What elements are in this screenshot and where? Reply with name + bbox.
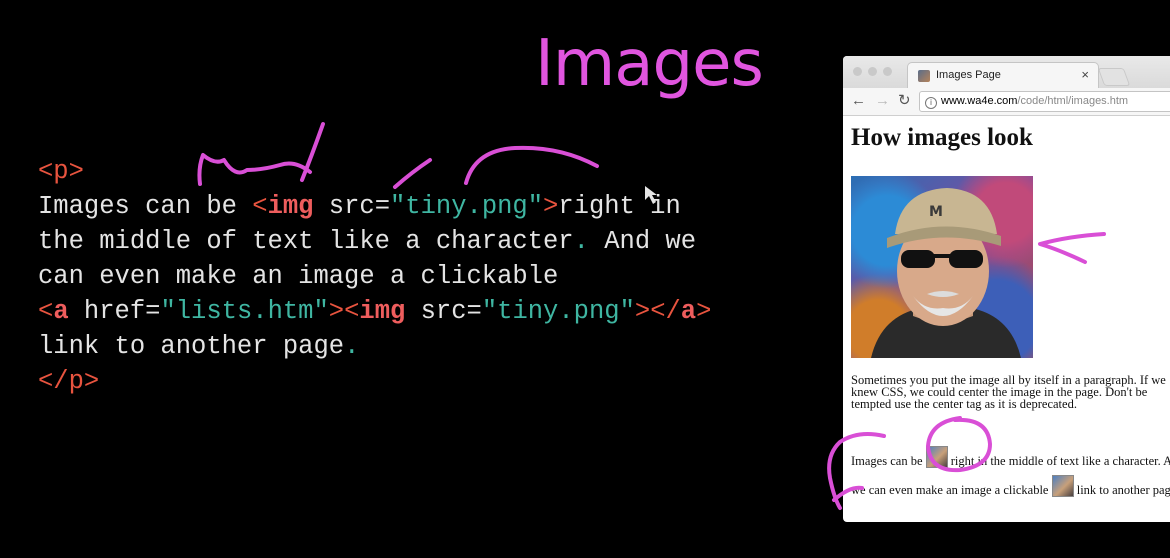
page-heading: How images look bbox=[851, 124, 1033, 151]
img-tag-name: img bbox=[267, 192, 314, 221]
tag-bracket: </ bbox=[650, 297, 681, 326]
href-attribute: href= bbox=[68, 297, 161, 326]
paragraph-2: Images can be right in the middle of tex… bbox=[851, 446, 1170, 504]
tab-title: Images Page bbox=[936, 69, 1001, 81]
code-line-4: can even make an image a clickable bbox=[38, 259, 711, 294]
browser-tab[interactable]: Images Page × bbox=[907, 62, 1099, 89]
browser-toolbar: ← → ↻ i www.wa4e.com/code/html/images.htm bbox=[843, 88, 1170, 116]
code-text: right in bbox=[558, 192, 681, 221]
src-value: "tiny.png" bbox=[390, 192, 544, 221]
back-arrow-icon[interactable]: ← bbox=[851, 92, 866, 110]
code-text: can even make an image a clickable bbox=[38, 262, 559, 291]
tag-bracket: < bbox=[252, 192, 268, 221]
browser-titlebar: Images Page × bbox=[843, 56, 1170, 89]
url-host: www.wa4e.com bbox=[941, 95, 1018, 107]
paragraph-text: we can even make an image a clickable bbox=[851, 483, 1052, 497]
src-value: "tiny.png" bbox=[481, 297, 635, 326]
href-value: "lists.htm" bbox=[160, 297, 329, 326]
tiny-image-link[interactable] bbox=[1051, 475, 1074, 497]
tag-bracket: > bbox=[328, 297, 345, 326]
reload-icon[interactable]: ↻ bbox=[898, 92, 911, 110]
svg-text:M: M bbox=[929, 204, 943, 220]
window-minimize-dot[interactable] bbox=[868, 67, 877, 76]
tag-bracket: < bbox=[344, 297, 360, 326]
code-text: the middle of text like a character bbox=[38, 227, 574, 256]
paragraph-line: we can even make an image a clickable li… bbox=[851, 475, 1170, 504]
favicon-icon bbox=[918, 70, 930, 82]
tag-bracket: > bbox=[696, 297, 712, 326]
code-line-3: the middle of text like a character. And… bbox=[38, 224, 711, 259]
p-open-tag: <p> bbox=[38, 157, 84, 186]
info-icon[interactable]: i bbox=[925, 97, 937, 109]
new-tab-button[interactable] bbox=[1097, 68, 1131, 86]
paragraph-text: link to another page. bbox=[1073, 483, 1170, 497]
code-line-6: link to another page. bbox=[38, 329, 711, 364]
portrait-image: M bbox=[851, 176, 1033, 358]
src-attribute: src= bbox=[313, 192, 390, 221]
tag-bracket: > bbox=[634, 297, 651, 326]
paragraph-line: Images can be right in the middle of tex… bbox=[851, 446, 1170, 475]
code-line-1: <p> bbox=[38, 154, 711, 189]
src-attribute: src= bbox=[405, 297, 482, 326]
code-text: Images can be bbox=[38, 192, 253, 221]
tab-close-icon[interactable]: × bbox=[1081, 67, 1089, 82]
code-block: <p> Images can be <img src="tiny.png">rig… bbox=[38, 154, 711, 399]
code-text: And we bbox=[588, 227, 697, 256]
code-period: . bbox=[573, 227, 589, 256]
code-period: . bbox=[344, 332, 360, 361]
slide-title: Images bbox=[535, 27, 764, 101]
a-tag-name: a bbox=[53, 297, 69, 326]
forward-arrow-icon[interactable]: → bbox=[875, 92, 890, 110]
code-line-7: </p> bbox=[38, 364, 711, 399]
code-text: link to another page bbox=[38, 332, 345, 361]
tag-bracket: > bbox=[543, 192, 559, 221]
paragraph-text: right in the middle of text like a chara… bbox=[947, 454, 1170, 468]
browser-window: Images Page × ← → ↻ i www.wa4e.com/code/h… bbox=[843, 56, 1170, 522]
web-page: How images look M Sometimes you put the … bbox=[843, 116, 1170, 522]
code-line-5: <a href="lists.htm"><img src="tiny.png">… bbox=[38, 294, 711, 329]
tiny-inline-image bbox=[925, 446, 948, 468]
window-close-dot[interactable] bbox=[853, 67, 862, 76]
a-tag-name: a bbox=[680, 297, 697, 326]
p-close-tag: </p> bbox=[38, 367, 100, 396]
paragraph-1: Sometimes you put the image all by itsel… bbox=[851, 374, 1170, 411]
portrait-illustration: M bbox=[871, 188, 1021, 358]
tag-bracket: < bbox=[38, 297, 54, 326]
paragraph-line: tempted use the center tag as it is depr… bbox=[851, 397, 1077, 411]
url-path: /code/html/images.htm bbox=[1017, 95, 1129, 107]
paragraph-text: Images can be bbox=[851, 454, 926, 468]
img-tag-name: img bbox=[359, 297, 406, 326]
code-line-2: Images can be <img src="tiny.png">right … bbox=[38, 189, 711, 224]
window-maximize-dot[interactable] bbox=[883, 67, 892, 76]
address-bar[interactable]: i www.wa4e.com/code/html/images.htm bbox=[919, 91, 1170, 112]
